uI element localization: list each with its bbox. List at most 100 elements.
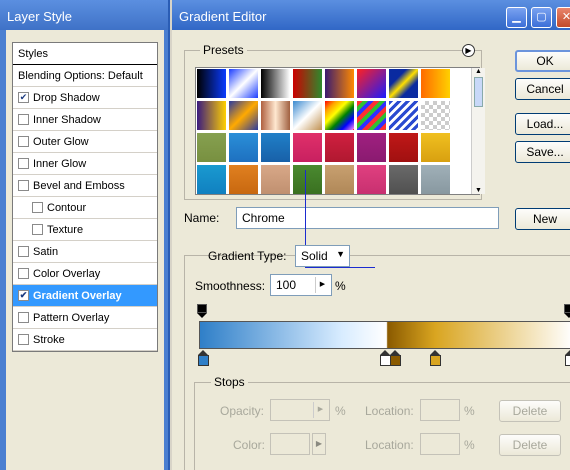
smoothness-label: Smoothness: <box>195 279 266 293</box>
preset-swatch[interactable] <box>356 100 387 131</box>
style-item-outer-glow[interactable]: Outer Glow <box>13 131 157 153</box>
style-item-label: Drop Shadow <box>33 91 100 104</box>
preset-swatch[interactable] <box>388 132 419 163</box>
preset-swatch[interactable] <box>420 132 451 163</box>
preset-swatch[interactable] <box>292 132 323 163</box>
preset-swatch[interactable] <box>324 164 355 194</box>
checkbox-icon[interactable] <box>18 136 29 147</box>
color-location-input <box>420 433 460 455</box>
preset-swatch[interactable] <box>388 68 419 99</box>
color-stop-marker[interactable] <box>390 350 401 367</box>
preset-swatch[interactable] <box>260 132 291 163</box>
checkbox-icon[interactable] <box>32 202 43 213</box>
preset-swatch[interactable] <box>324 132 355 163</box>
blending-options-item[interactable]: Blending Options: Default <box>13 65 157 87</box>
style-item-label: Texture <box>47 223 84 236</box>
preset-swatch[interactable] <box>356 132 387 163</box>
color-location-unit: % <box>464 438 475 452</box>
smoothness-stepper-icon[interactable]: ▶ <box>315 277 329 293</box>
scroll-down-icon[interactable]: ▼ <box>472 187 485 194</box>
stops-group: Stops <box>194 375 570 470</box>
opacity-label: Opacity: <box>220 404 265 418</box>
style-item-inner-glow[interactable]: Inner Glow <box>13 153 157 175</box>
color-menu-icon: ▶ <box>312 433 326 455</box>
layer-style-window: Layer Style Styles Blending Options: Def… <box>0 0 170 470</box>
new-button[interactable]: New <box>515 208 570 230</box>
preset-swatch[interactable] <box>196 164 227 194</box>
style-item-drop-shadow[interactable]: ✔ Drop Shadow <box>13 87 157 109</box>
opacity-stop-left[interactable] <box>197 304 207 320</box>
smoothness-value: 100 <box>276 278 297 292</box>
style-item-stroke[interactable]: Stroke <box>13 329 157 351</box>
scroll-thumb[interactable] <box>474 77 483 107</box>
preset-swatch[interactable] <box>388 164 419 194</box>
style-item-label: Stroke <box>33 333 65 346</box>
presets-label: Presets <box>200 43 247 57</box>
gradient-type-select[interactable]: Solid ▼ <box>295 245 350 267</box>
smoothness-input[interactable]: 100 ▶ <box>270 274 332 296</box>
preset-swatch[interactable] <box>260 100 291 131</box>
checkbox-icon[interactable] <box>18 158 29 169</box>
save-button[interactable]: Save... <box>515 141 570 163</box>
preset-swatch[interactable] <box>260 164 291 194</box>
style-item-inner-shadow[interactable]: Inner Shadow <box>13 109 157 131</box>
checkbox-icon[interactable] <box>18 180 29 191</box>
close-icon[interactable]: ✕ <box>556 7 570 28</box>
preset-swatch[interactable] <box>228 68 259 99</box>
opacity-stop-right[interactable] <box>564 304 570 320</box>
presets-group: Presets ▶ ▲ ▼ <box>184 43 485 200</box>
style-item-satin[interactable]: Satin <box>13 241 157 263</box>
checkbox-icon[interactable] <box>18 246 29 257</box>
preset-swatch[interactable] <box>356 164 387 194</box>
ok-button[interactable]: OK <box>515 50 570 72</box>
checkbox-icon[interactable] <box>18 268 29 279</box>
styles-header[interactable]: Styles <box>13 43 157 65</box>
color-delete-button: Delete <box>499 434 561 456</box>
preset-swatch[interactable] <box>356 68 387 99</box>
preset-swatch[interactable] <box>324 100 355 131</box>
preset-swatch[interactable] <box>196 132 227 163</box>
styles-list: Styles Blending Options: Default ✔ Drop S… <box>12 42 158 352</box>
preset-swatch[interactable] <box>420 100 451 131</box>
load-button[interactable]: Load... <box>515 113 570 135</box>
color-stop-marker[interactable] <box>565 350 570 367</box>
preset-swatch[interactable] <box>388 100 419 131</box>
layer-style-pane: Styles Blending Options: Default ✔ Drop S… <box>6 30 164 470</box>
style-item-texture[interactable]: Texture <box>13 219 157 241</box>
checkbox-icon[interactable]: ✔ <box>18 92 29 103</box>
checkbox-icon[interactable]: ✔ <box>18 290 29 301</box>
maximize-icon[interactable]: ▢ <box>531 7 552 28</box>
preset-swatch[interactable] <box>292 68 323 99</box>
style-item-contour[interactable]: Contour <box>13 197 157 219</box>
preset-swatch[interactable] <box>292 164 323 194</box>
name-input[interactable]: Chrome <box>236 207 499 229</box>
preset-swatch[interactable] <box>196 100 227 131</box>
preset-swatch[interactable] <box>260 68 291 99</box>
preset-swatch[interactable] <box>228 100 259 131</box>
presets-menu-icon[interactable]: ▶ <box>462 44 475 57</box>
opacity-stepper-icon: ▶ <box>313 402 327 418</box>
checkbox-icon[interactable] <box>18 334 29 345</box>
preset-swatch[interactable] <box>324 68 355 99</box>
preset-swatch[interactable] <box>228 132 259 163</box>
checkbox-icon[interactable] <box>18 114 29 125</box>
presets-scrollbar[interactable]: ▲ ▼ <box>471 68 485 194</box>
style-item-color-overlay[interactable]: Color Overlay <box>13 263 157 285</box>
style-item-bevel-and-emboss[interactable]: Bevel and Emboss <box>13 175 157 197</box>
checkbox-icon[interactable] <box>18 312 29 323</box>
preset-swatch[interactable] <box>196 68 227 99</box>
style-item-pattern-overlay[interactable]: Pattern Overlay <box>13 307 157 329</box>
scroll-up-icon[interactable]: ▲ <box>472 68 485 75</box>
preset-swatch[interactable] <box>420 68 451 99</box>
color-stop-marker[interactable] <box>198 350 209 367</box>
minimize-icon[interactable]: ▁ <box>506 7 527 28</box>
cancel-button[interactable]: Cancel <box>515 78 570 100</box>
name-label: Name: <box>184 211 220 225</box>
preset-swatch[interactable] <box>292 100 323 131</box>
color-stop-marker[interactable] <box>430 350 441 367</box>
preset-swatch[interactable] <box>228 164 259 194</box>
style-item-gradient-overlay[interactable]: ✔ Gradient Overlay <box>13 285 157 307</box>
checkbox-icon[interactable] <box>32 224 43 235</box>
gradient-bar[interactable] <box>199 321 570 349</box>
preset-swatch[interactable] <box>420 164 451 194</box>
